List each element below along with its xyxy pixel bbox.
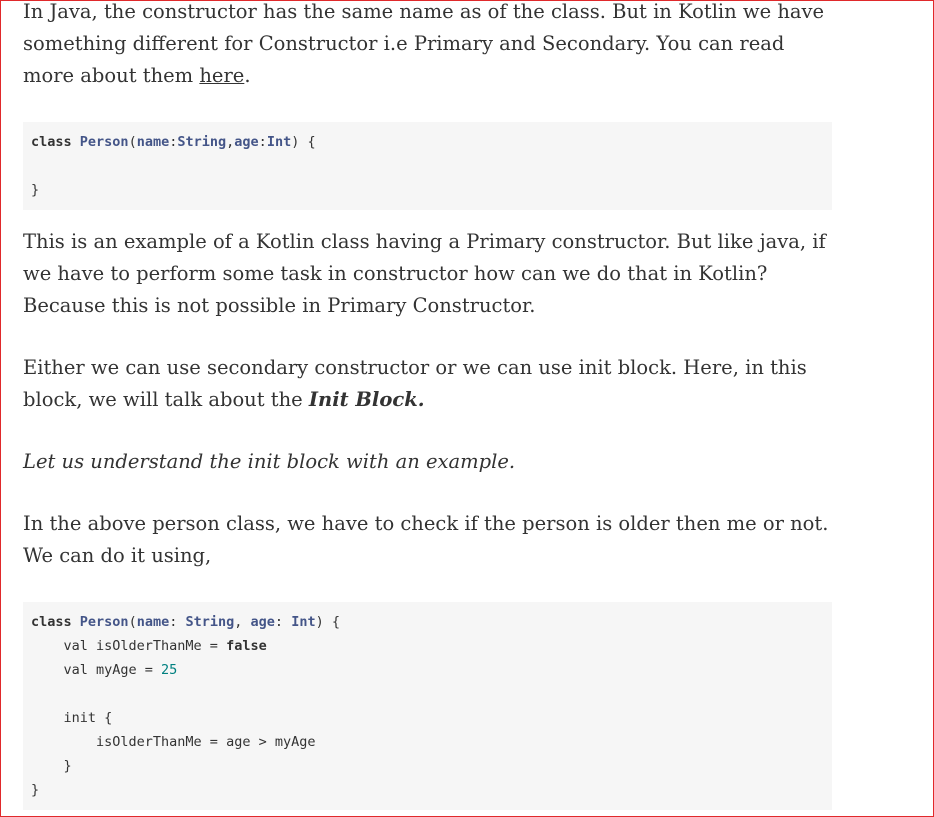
param-name: name bbox=[136, 614, 170, 630]
intro-period: . bbox=[244, 64, 251, 87]
paragraph-intro: In Java, the constructor has the same na… bbox=[23, 0, 833, 92]
keyword: class bbox=[31, 614, 72, 630]
here-link[interactable]: here bbox=[199, 64, 244, 87]
keyword: false bbox=[226, 638, 267, 654]
code-text: val myAge = bbox=[31, 662, 162, 678]
paragraph-example: This is an example of a Kotlin class hav… bbox=[23, 230, 826, 317]
param-type: String bbox=[185, 614, 235, 630]
paragraph-init-intro: Either we can use secondary constructor … bbox=[23, 352, 833, 416]
init-block-emphasis: Init Block. bbox=[308, 388, 425, 411]
param-type: Int bbox=[266, 134, 292, 150]
code-line: class Person(name: String, age: Int) { bbox=[31, 610, 832, 634]
param-name: age bbox=[250, 614, 275, 630]
code-line: } bbox=[31, 182, 40, 198]
code-line: val isOlderThanMe = false bbox=[31, 634, 832, 658]
code-block-init: class Person(name: String, age: Int) { v… bbox=[23, 602, 832, 810]
code-line: init { bbox=[31, 710, 113, 726]
comma: , bbox=[234, 614, 251, 630]
paren-brace: ) { bbox=[291, 134, 316, 150]
paren-brace: ) { bbox=[315, 614, 340, 630]
code-line: } bbox=[31, 758, 72, 774]
separator: : bbox=[258, 134, 267, 150]
code-line: class Person(name:String,age:Int) { bbox=[31, 130, 832, 154]
class-name: Person bbox=[79, 134, 129, 150]
separator: : bbox=[169, 614, 186, 630]
code-text: val isOlderThanMe = bbox=[31, 638, 227, 654]
keyword: class bbox=[31, 134, 72, 150]
class-name: Person bbox=[79, 614, 129, 630]
code-block-primary-constructor: class Person(name:String,age:Int) { } bbox=[23, 122, 832, 210]
separator: : bbox=[274, 614, 292, 630]
intro-text: In Java, the constructor has the same na… bbox=[23, 0, 825, 87]
paragraph-lets-understand: Let us understand the init block with an… bbox=[23, 450, 516, 473]
number-literal: 25 bbox=[161, 662, 178, 678]
param-name: age bbox=[234, 134, 259, 150]
code-line: isOlderThanMe = age > myAge bbox=[31, 734, 316, 750]
param-type: Int bbox=[291, 614, 316, 630]
code-line: } bbox=[31, 782, 40, 798]
paren: ( bbox=[128, 134, 137, 150]
param-type: String bbox=[177, 134, 227, 150]
paragraph-older-check: In the above person class, we have to ch… bbox=[23, 512, 829, 567]
param-name: name bbox=[136, 134, 170, 150]
paren: ( bbox=[128, 614, 137, 630]
code-line: val myAge = 25 bbox=[31, 658, 832, 682]
